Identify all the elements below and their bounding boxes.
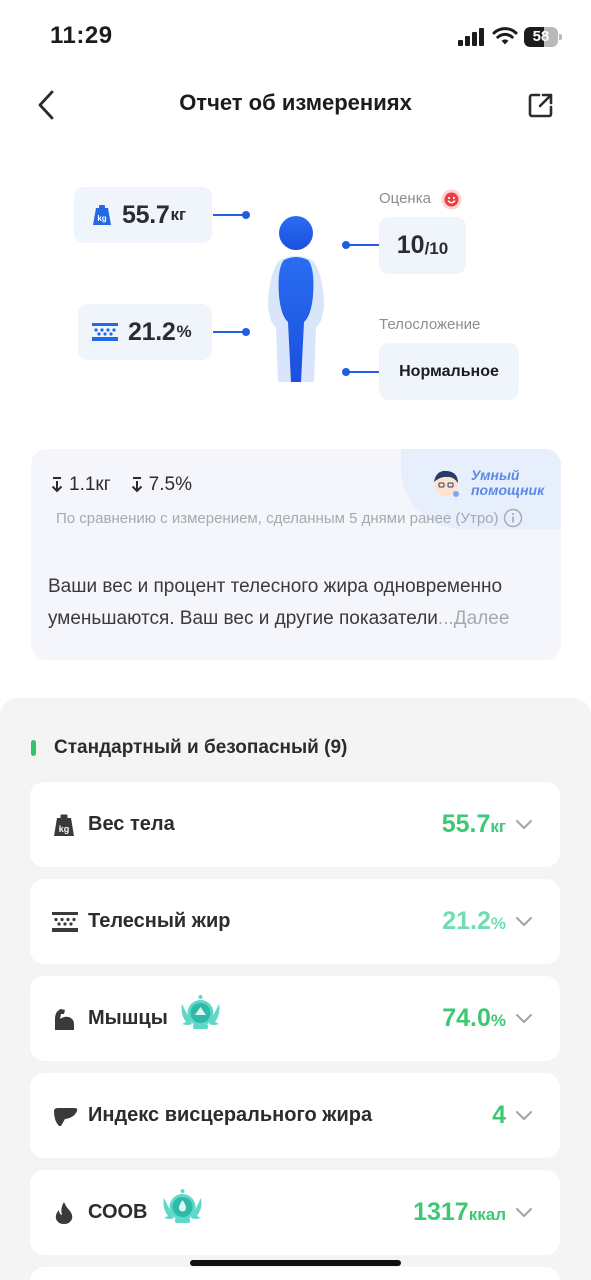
body-fat-icon — [52, 912, 78, 932]
metric-unit: % — [490, 1011, 506, 1030]
metric-row-bmr[interactable]: СООВ 1317ккал — [30, 1170, 560, 1255]
section-title: Стандартный и безопасный (9) — [54, 737, 348, 758]
body-fat-unit: % — [176, 322, 192, 341]
home-indicator — [190, 1260, 401, 1266]
liver-icon — [54, 1108, 78, 1126]
score-box[interactable]: 10 /10 — [379, 217, 466, 274]
body-fat-icon — [92, 323, 118, 341]
status-time: 11:29 — [50, 22, 113, 49]
share-button[interactable] — [522, 86, 560, 124]
delta-row: 1.1кг 7.5% — [51, 474, 212, 496]
build-label: Телосложение — [379, 316, 481, 333]
muscle-arm-icon — [55, 1009, 74, 1030]
body-fat-value: 21.2 — [128, 317, 176, 346]
metric-row-visceral-fat[interactable]: Индекс висцерального жира 4 — [30, 1073, 560, 1158]
metric-row-muscle[interactable]: Мышцы 74.0% — [30, 976, 560, 1061]
build-value[interactable]: Нормальное — [379, 343, 519, 400]
metric-number: 21.2 — [442, 907, 491, 935]
metric-label: Телесный жир — [88, 910, 231, 932]
score-label: Оценка — [379, 190, 431, 207]
metric-row-partial[interactable] — [30, 1267, 560, 1280]
svg-text:kg: kg — [59, 824, 70, 834]
metric-number: 74.0 — [442, 1004, 491, 1032]
connector-line — [346, 371, 379, 373]
score-max: /10 — [424, 238, 449, 258]
metric-row-body-fat[interactable]: Телесный жир 21.2% — [30, 879, 560, 964]
connector-dot — [342, 241, 350, 249]
weight-value: 55.7 — [122, 200, 170, 229]
metric-value: 21.2% — [442, 907, 506, 936]
metric-row-weight[interactable]: kg Вес тела 55.7кг — [30, 782, 560, 867]
wifi-icon — [492, 27, 518, 45]
page-title: Отчет об измерениях — [179, 90, 412, 115]
score-value: 10 — [396, 231, 425, 259]
chevron-down-icon — [516, 1014, 532, 1023]
connector-dot — [342, 368, 350, 376]
chevron-down-icon — [516, 1111, 532, 1120]
assistant-label: Умный помощник — [471, 467, 545, 498]
chevron-down-icon — [516, 917, 532, 926]
comparison-note: По сравнению с измерением, сделанным 5 д… — [56, 506, 526, 531]
achievement-badge-icon — [163, 1189, 202, 1223]
more-link[interactable]: ...Далее — [438, 608, 510, 629]
metric-unit: % — [490, 914, 506, 933]
metric-label: Мышцы — [88, 1007, 168, 1029]
metric-value: 55.7кг — [442, 810, 506, 839]
metric-number: 1317 — [413, 1198, 469, 1226]
chevron-down-icon — [516, 1208, 532, 1217]
assistant-avatar-icon — [434, 470, 459, 497]
weight-unit: кг — [170, 205, 187, 224]
metric-unit: кг — [490, 817, 506, 836]
comparison-summary-text: Ваши вес и процент телесного жира одновр… — [48, 576, 503, 629]
metric-unit: ккал — [468, 1205, 506, 1224]
comparison-summary: Ваши вес и процент телесного жира одновр… — [48, 571, 548, 635]
metric-value: 74.0% — [442, 1004, 506, 1033]
info-icon[interactable] — [503, 508, 523, 528]
body-fat-summary[interactable]: 21.2 % — [78, 304, 212, 360]
comparison-card[interactable]: Умный помощник 1.1кг 7.5% По сравнению с… — [31, 449, 561, 660]
weight-delta-value: 1.1кг — [69, 474, 111, 495]
battery-icon: 58 — [524, 27, 562, 47]
weight-delta: 1.1кг — [51, 474, 111, 496]
flame-drop-icon — [55, 1202, 73, 1224]
share-icon — [528, 93, 553, 118]
chevron-down-icon — [516, 820, 532, 829]
svg-text:kg: kg — [97, 214, 106, 223]
smart-assistant-button[interactable]: Умный помощник — [431, 464, 561, 504]
metric-label: СООВ — [88, 1201, 148, 1223]
connector-line — [346, 244, 379, 246]
arrow-down-icon — [131, 477, 142, 493]
metric-number: 55.7 — [441, 810, 491, 838]
smiley-icon — [441, 189, 462, 210]
scale-kg-icon: kg — [93, 205, 111, 225]
battery-level: 58 — [532, 28, 550, 45]
achievement-badge-icon — [181, 995, 220, 1029]
metric-value: 4 — [492, 1101, 506, 1130]
cellular-signal-icon — [458, 28, 484, 46]
metric-value: 1317ккал — [413, 1198, 506, 1227]
metric-label: Вес тела — [88, 813, 175, 835]
section-accent-bar — [31, 740, 36, 756]
connector-dot — [242, 328, 250, 336]
comparison-note-text: По сравнению с измерением, сделанным 5 д… — [56, 510, 499, 527]
arrow-down-icon — [51, 477, 63, 493]
weight-summary[interactable]: kg 55.7 кг — [74, 187, 212, 243]
scale-kg-icon: kg — [54, 814, 74, 836]
fat-delta-value: 7.5% — [148, 474, 192, 495]
fat-delta: 7.5% — [131, 474, 192, 496]
connector-dot — [242, 211, 250, 219]
status-bar: 11:29 58 — [0, 0, 591, 75]
metric-number: 4 — [492, 1101, 506, 1129]
body-figure-icon — [268, 216, 324, 382]
metric-label: Индекс висцерального жира — [88, 1104, 373, 1126]
